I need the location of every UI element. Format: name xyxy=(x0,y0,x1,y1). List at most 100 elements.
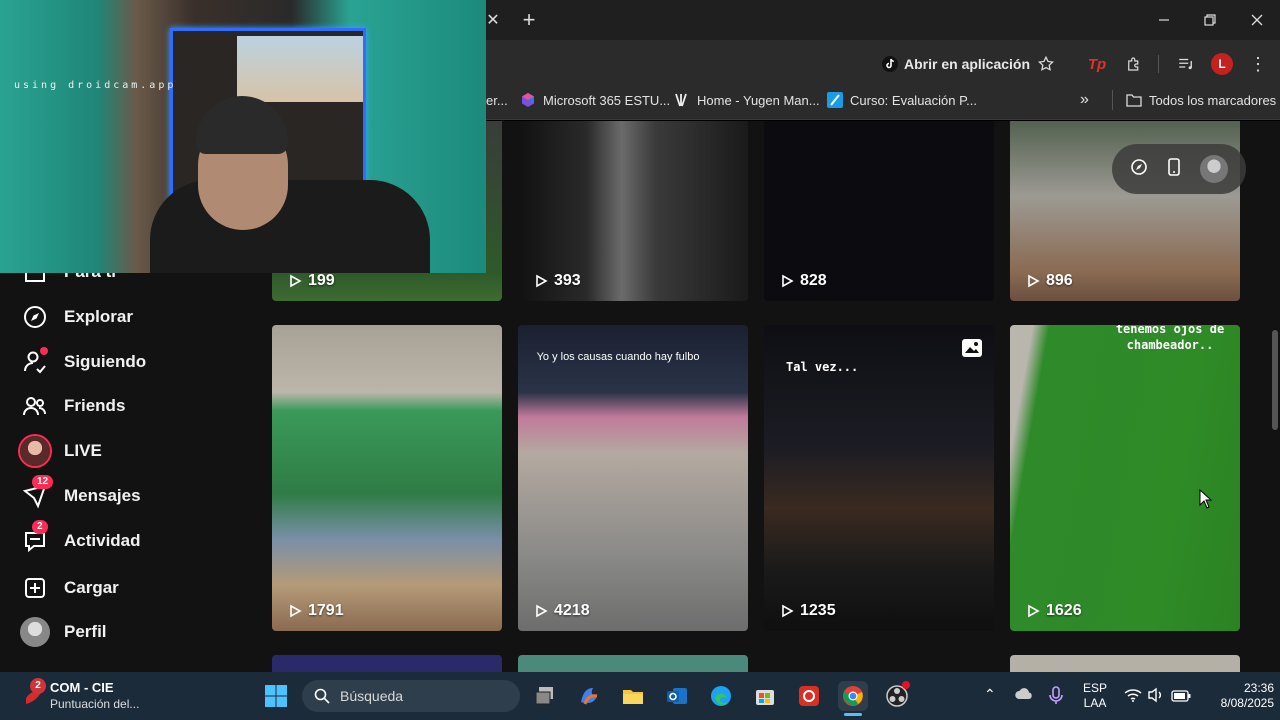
notification-widget[interactable]: 2 COM - CIE Puntuación del... xyxy=(20,678,150,714)
close-window-button[interactable] xyxy=(1234,0,1280,40)
outlook-icon[interactable] xyxy=(662,681,692,711)
photo-post-icon xyxy=(962,339,982,357)
play-icon xyxy=(1028,604,1040,618)
obs-icon[interactable] xyxy=(882,681,912,711)
volume-icon[interactable] xyxy=(1147,687,1165,708)
view-count: 1791 xyxy=(288,602,344,620)
messages-icon: 12 xyxy=(20,475,54,511)
video-card[interactable] xyxy=(1010,655,1240,672)
play-icon xyxy=(290,604,302,618)
restore-button[interactable] xyxy=(1187,0,1233,40)
language-indicator[interactable]: ESP LAA xyxy=(1080,681,1110,711)
user-avatar[interactable] xyxy=(1200,155,1229,183)
keyboard-layout: LAA xyxy=(1083,696,1107,710)
video-card[interactable] xyxy=(272,655,502,672)
notification-badge: 2 xyxy=(30,678,46,694)
notification-subtitle: Puntuación del... xyxy=(50,697,140,711)
extensions-puzzle-icon[interactable] xyxy=(1122,52,1146,76)
mouse-cursor xyxy=(1199,488,1213,514)
webcam-person-body xyxy=(150,180,430,273)
video-caption: Tal vez... xyxy=(786,360,859,374)
windows-start-icon[interactable] xyxy=(261,681,291,711)
play-icon xyxy=(290,274,302,288)
following-icon xyxy=(20,347,50,377)
task-view-icon[interactable] xyxy=(530,681,560,711)
bookmark-yugen[interactable]: Home - Yugen Man... xyxy=(674,86,820,114)
profile-avatar[interactable]: L xyxy=(1211,53,1233,75)
sidebar-item-siguiendo[interactable]: Siguiendo xyxy=(20,344,146,380)
view-count: 896 xyxy=(1026,272,1073,290)
play-icon xyxy=(1028,274,1040,288)
sidebar-item-label: LIVE xyxy=(64,441,102,460)
all-bookmarks-button[interactable]: Todos los marcadores xyxy=(1126,86,1276,114)
onedrive-icon[interactable] xyxy=(1014,686,1034,707)
taskbar-search[interactable]: Búsqueda xyxy=(302,680,520,712)
bookmark-microsoft365[interactable]: Microsoft 365 ESTU... xyxy=(520,86,670,114)
sidebar-item-cargar[interactable]: Cargar xyxy=(20,570,119,606)
new-activity-dot xyxy=(40,347,48,355)
battery-icon[interactable] xyxy=(1171,689,1191,707)
wifi-icon[interactable] xyxy=(1124,687,1142,708)
clock-time: 23:36 xyxy=(1243,681,1274,695)
course-icon xyxy=(827,92,843,108)
sidebar-item-label: Siguiendo xyxy=(64,352,147,371)
video-card[interactable]: tenemos ojos de chambeador.. 1626 xyxy=(1010,325,1240,631)
sidebar-item-actividad[interactable]: 2 Actividad xyxy=(20,520,141,559)
activity-icon: 2 xyxy=(20,520,50,556)
microphone-icon[interactable] xyxy=(1048,685,1064,710)
folder-icon xyxy=(1126,94,1142,107)
video-card[interactable] xyxy=(518,655,748,672)
view-count: 199 xyxy=(288,272,335,290)
more-bookmarks-icon[interactable]: » xyxy=(1080,86,1089,114)
page-scrollbar[interactable] xyxy=(1272,330,1278,430)
microsoft-store-icon[interactable] xyxy=(750,681,780,711)
webcam-monitor xyxy=(237,36,363,102)
view-count: 828 xyxy=(780,272,827,290)
video-card[interactable]: Yo y los causas cuando hay fulbo 4218 xyxy=(518,325,748,631)
show-hidden-icons-icon[interactable]: ⌃ xyxy=(984,686,996,703)
sidebar-item-label: Mensajes xyxy=(64,486,141,505)
open-in-app-button[interactable]: Abrir en aplicación xyxy=(874,50,1038,78)
minimize-icon xyxy=(1159,19,1169,21)
chrome-active-indicator xyxy=(844,713,862,716)
video-card[interactable]: 828 xyxy=(764,121,994,301)
bookmark-course[interactable]: Curso: Evaluación P... xyxy=(827,86,977,114)
sidebar-item-explorar[interactable]: Explorar xyxy=(20,299,133,335)
play-icon xyxy=(782,274,794,288)
minimize-button[interactable] xyxy=(1141,0,1187,40)
chrome-icon[interactable] xyxy=(838,681,868,711)
browser-menu-icon[interactable]: ⋮ xyxy=(1248,52,1268,76)
bookmark-item[interactable]: er... xyxy=(486,86,508,114)
media-control-icon[interactable] xyxy=(1174,52,1198,76)
sidebar-item-live[interactable]: LIVE xyxy=(20,433,102,469)
sidebar-item-perfil[interactable]: Perfil xyxy=(20,614,107,650)
sidebar-item-label: Explorar xyxy=(64,307,133,326)
recording-app-icon[interactable] xyxy=(794,681,824,711)
video-card[interactable]: 1791 xyxy=(272,325,502,631)
sidebar-item-mensajes[interactable]: 12 Mensajes xyxy=(20,475,141,514)
close-icon xyxy=(1251,14,1263,26)
clock-date: 8/08/2025 xyxy=(1220,696,1274,710)
clock[interactable]: 23:36 8/08/2025 xyxy=(1196,681,1274,711)
search-icon xyxy=(314,688,330,704)
play-icon xyxy=(536,604,548,618)
tiktok-icon xyxy=(882,56,898,72)
messages-badge: 12 xyxy=(32,475,54,489)
restore-icon xyxy=(1204,14,1216,26)
floating-controls xyxy=(1112,144,1246,194)
sidebar-item-friends[interactable]: Friends xyxy=(20,388,125,424)
view-count: 1235 xyxy=(780,602,836,620)
compass-icon[interactable] xyxy=(1130,158,1148,181)
copilot-icon[interactable] xyxy=(574,681,604,711)
video-card[interactable]: Tal vez... 1235 xyxy=(764,325,994,631)
file-explorer-icon[interactable] xyxy=(618,681,648,711)
upload-icon xyxy=(20,573,50,603)
extension-tp-icon[interactable]: Tp xyxy=(1085,52,1109,76)
edge-icon[interactable] xyxy=(706,681,736,711)
phone-icon[interactable] xyxy=(1167,157,1181,181)
video-card[interactable]: 393 xyxy=(518,121,748,301)
new-tab-button[interactable]: + xyxy=(508,0,550,40)
view-count: 1626 xyxy=(1026,602,1082,620)
toolbar-divider xyxy=(1158,55,1159,73)
bookmark-star-icon[interactable] xyxy=(1034,52,1058,76)
